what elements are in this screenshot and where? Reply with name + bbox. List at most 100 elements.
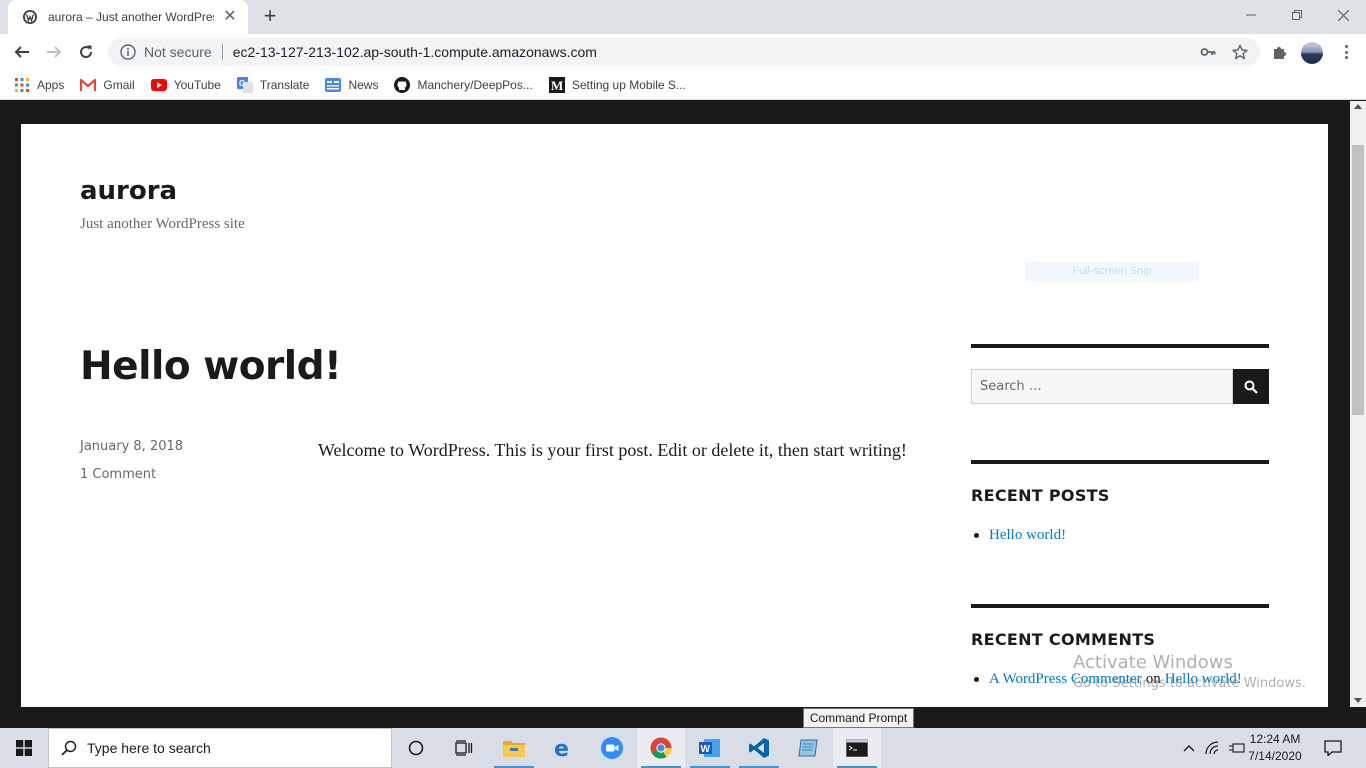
- system-clock[interactable]: 12:24 AM 7/14/2020: [1243, 731, 1307, 765]
- search-icon: [61, 740, 77, 756]
- zoom-button[interactable]: [588, 728, 636, 768]
- widget-divider: [971, 460, 1269, 464]
- recent-post-item: Hello world!: [971, 527, 1066, 544]
- not-secure-label: Not secure: [144, 44, 212, 60]
- zoom-icon: [601, 737, 623, 759]
- forward-button[interactable]: [40, 38, 68, 66]
- new-tab-button[interactable]: +: [258, 5, 282, 29]
- notification-icon: [1324, 740, 1342, 756]
- url-text[interactable]: ec2-13-127-213-102.ap-south-1.compute.am…: [233, 44, 597, 60]
- bookmark-label: YouTube: [173, 77, 221, 92]
- bookmark-label: Setting up Mobile S...: [571, 77, 686, 92]
- notepad-icon: [797, 737, 819, 759]
- bookmark-label: Apps: [37, 77, 65, 92]
- translate-icon: G: [236, 76, 253, 93]
- bookmark-youtube[interactable]: YouTube: [150, 77, 221, 93]
- back-button[interactable]: [8, 38, 36, 66]
- tab-strip: aurora – Just another WordPress site ✕ +: [0, 0, 1366, 34]
- close-window-button[interactable]: [1320, 0, 1366, 30]
- command-prompt-button[interactable]: [833, 728, 881, 768]
- clock-time: 12:24 AM: [1249, 732, 1301, 746]
- clock-date: 7/14/2020: [1248, 749, 1302, 763]
- search-input[interactable]: Search …: [971, 369, 1233, 404]
- bookmark-label: Gmail: [103, 77, 135, 92]
- comment-post-link[interactable]: Hello world!: [1165, 671, 1242, 688]
- snip-overlay: Full-screen Snip: [1025, 261, 1199, 282]
- svg-text:W: W: [701, 744, 711, 755]
- scroll-down-arrow-icon[interactable]: [1354, 698, 1362, 703]
- bookmark-label: News: [348, 77, 379, 92]
- bookmark-medium[interactable]: M Setting up Mobile S...: [548, 76, 686, 93]
- scroll-thumb[interactable]: [1352, 145, 1364, 415]
- news-icon: [325, 77, 342, 93]
- edge-button[interactable]: e: [540, 728, 588, 768]
- address-bar[interactable]: Not secure ec2-13-127-213-102.ap-south-1…: [108, 38, 1260, 66]
- bookmark-github[interactable]: Manchery/DeepPos...: [394, 76, 533, 93]
- taskbar-tooltip: Command Prompt: [803, 708, 914, 728]
- cortana-circle-icon: [408, 740, 424, 756]
- github-icon: [394, 76, 411, 93]
- task-view-icon: [455, 740, 473, 756]
- site-title[interactable]: aurora: [80, 176, 177, 206]
- widget-divider: [971, 604, 1269, 608]
- file-explorer-button[interactable]: [490, 728, 538, 768]
- network-icon[interactable]: [1202, 728, 1224, 768]
- recent-posts-title: RECENT POSTS: [971, 486, 1110, 505]
- key-icon[interactable]: [1200, 44, 1216, 60]
- bookmarks-bar: Apps Gmail YouTube G Translate News Manc…: [0, 70, 1366, 100]
- gmail-icon: [80, 77, 97, 93]
- word-button[interactable]: W: [686, 728, 734, 768]
- task-view-button[interactable]: [440, 728, 488, 768]
- recent-post-link[interactable]: Hello world!: [989, 527, 1066, 544]
- info-icon[interactable]: [120, 44, 136, 60]
- bookmark-label: Translate: [259, 77, 310, 92]
- tab-close-icon[interactable]: ✕: [222, 9, 238, 25]
- bookmark-apps[interactable]: Apps: [14, 77, 64, 93]
- chrome-menu-icon[interactable]: [1340, 42, 1352, 62]
- apps-grid-icon: [14, 77, 30, 93]
- bullet: [974, 677, 979, 682]
- svg-text:G: G: [239, 79, 245, 88]
- bullet: [974, 533, 979, 538]
- taskbar-search-placeholder: Type here to search: [87, 740, 211, 756]
- cortana-button[interactable]: [392, 728, 440, 768]
- search-button[interactable]: [1233, 369, 1269, 404]
- tray-overflow-chevron-icon[interactable]: [1178, 728, 1200, 768]
- page-scrollbar[interactable]: [1350, 101, 1366, 707]
- reload-button[interactable]: [72, 38, 100, 66]
- wordpress-favicon-icon: [22, 9, 38, 25]
- browser-toolbar: Not secure ec2-13-127-213-102.ap-south-1…: [0, 34, 1366, 70]
- tab-title: aurora – Just another WordPress site: [48, 10, 214, 24]
- bookmark-gmail[interactable]: Gmail: [80, 77, 135, 93]
- comment-on-text: on: [1145, 671, 1161, 687]
- post-title[interactable]: Hello world!: [80, 344, 342, 389]
- start-button[interactable]: [0, 728, 48, 768]
- post-comments-link[interactable]: 1 Comment: [80, 467, 156, 482]
- extensions-puzzle-icon[interactable]: [1270, 42, 1290, 62]
- bookmark-label: Manchery/DeepPos...: [417, 77, 533, 92]
- folder-icon: [503, 739, 525, 757]
- vscode-button[interactable]: [735, 728, 783, 768]
- restore-button[interactable]: [1274, 0, 1320, 30]
- bookmark-translate[interactable]: G Translate: [236, 76, 310, 93]
- url-separator: [221, 44, 223, 60]
- post-date[interactable]: January 8, 2018: [80, 439, 183, 454]
- bookmark-news[interactable]: News: [325, 77, 378, 93]
- edge-icon: e: [553, 737, 575, 759]
- vscode-icon: [748, 737, 770, 759]
- chrome-icon: [650, 737, 672, 759]
- minimize-button[interactable]: [1228, 0, 1274, 30]
- site-description: Just another WordPress site: [80, 216, 245, 232]
- taskbar-search-box[interactable]: Type here to search: [48, 728, 392, 768]
- action-center-button[interactable]: [1318, 728, 1348, 768]
- browser-tab[interactable]: aurora – Just another WordPress site ✕: [8, 0, 248, 34]
- bookmark-star-icon[interactable]: [1232, 44, 1248, 60]
- scroll-up-arrow-icon[interactable]: [1354, 104, 1362, 109]
- chrome-button[interactable]: [637, 728, 685, 768]
- profile-avatar[interactable]: [1301, 42, 1323, 64]
- notepad-button[interactable]: [784, 728, 832, 768]
- comment-author-link[interactable]: A WordPress Commenter: [989, 671, 1142, 688]
- windows-taskbar: Type here to search e W 12:24 AM 7/14/20…: [0, 728, 1366, 768]
- youtube-icon: [150, 77, 167, 93]
- page-content: aurora Just another WordPress site Full-…: [21, 124, 1328, 707]
